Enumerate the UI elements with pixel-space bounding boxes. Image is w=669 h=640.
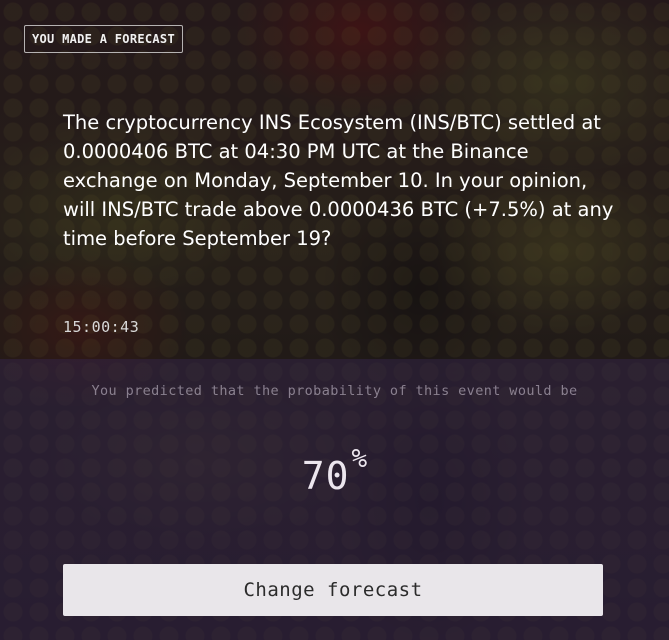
prediction-intro: You predicted that the probability of th… bbox=[91, 383, 578, 399]
question-text: The cryptocurrency INS Ecosystem (INS/BT… bbox=[63, 111, 614, 250]
percent-sign: % bbox=[351, 444, 368, 474]
countdown-timer: 15:00:43 bbox=[63, 318, 140, 336]
prediction-value: 70% bbox=[0, 444, 669, 498]
change-forecast-button[interactable]: Change forecast bbox=[63, 564, 603, 616]
forecast-made-badge: YOU MADE A FORECAST bbox=[24, 25, 183, 53]
prediction-percentage: 70 bbox=[301, 454, 350, 498]
